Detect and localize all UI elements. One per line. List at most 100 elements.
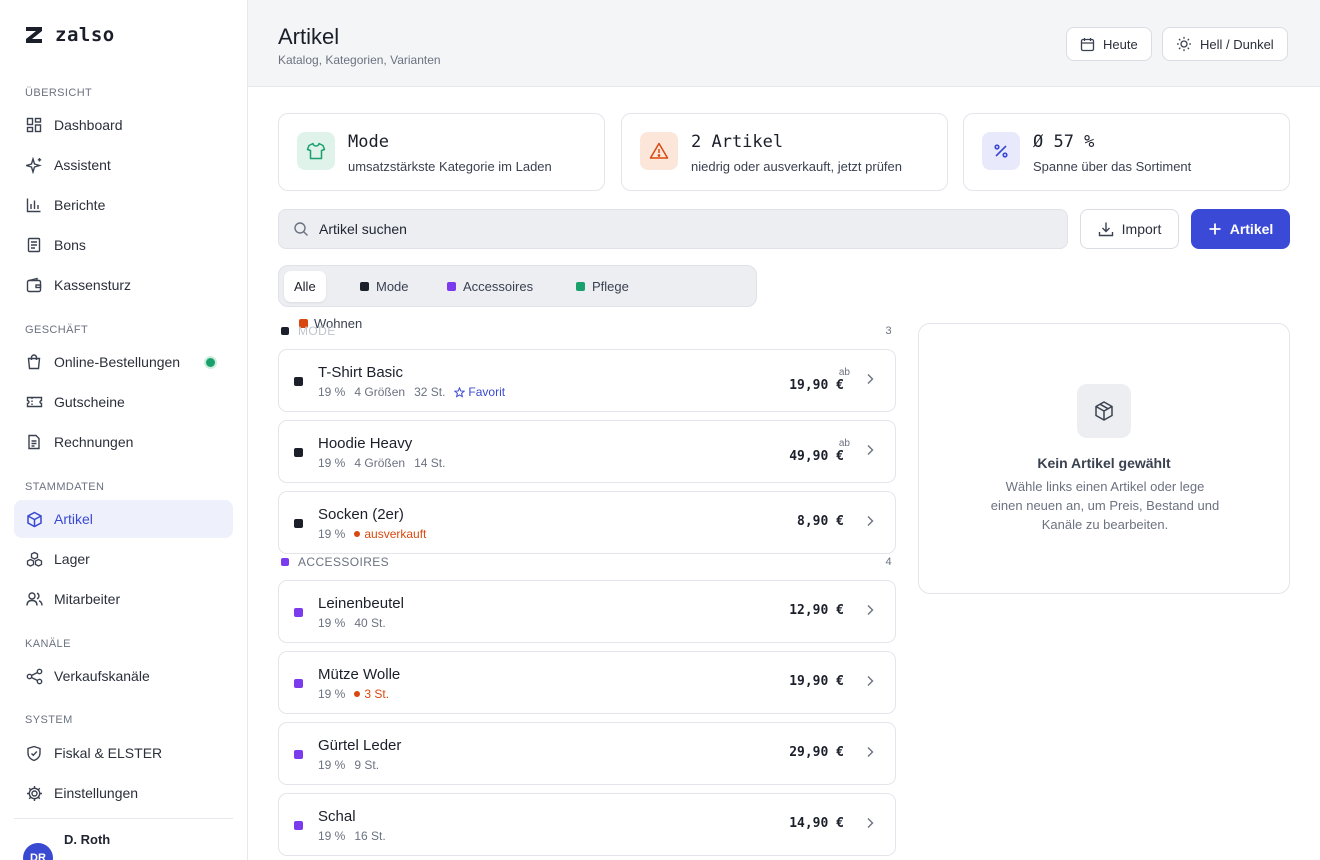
empty-icon-box — [1077, 384, 1131, 438]
article-tax: 19 % — [318, 385, 346, 399]
import-label: Import — [1121, 221, 1162, 237]
sidebar-item-gutscheine[interactable]: Gutscheine — [14, 383, 233, 421]
group-count: 4 — [885, 556, 892, 568]
group-header-mode: MODE 3 — [281, 324, 892, 338]
tab-label: Accessoires — [463, 279, 534, 294]
theme-label: Hell / Dunkel — [1200, 36, 1274, 52]
article-name: Hoodie Heavy — [318, 435, 413, 452]
article-stock: 32 St. — [414, 385, 446, 399]
avatar[interactable]: DR — [23, 843, 53, 860]
sidebar-item-verkaufskanaele[interactable]: Verkaufskanäle — [14, 657, 233, 695]
box-icon — [1095, 401, 1113, 421]
sidebar-item-artikel[interactable]: Artikel — [14, 500, 233, 538]
warning-triangle-icon — [649, 142, 669, 159]
chevron-right-icon — [867, 676, 874, 686]
article-row[interactable]: Schal 19 % 16 St. 14,90 € — [278, 793, 896, 856]
article-price: 29,90 € — [789, 745, 844, 760]
empty-title: Kein Artikel gewählt — [1037, 455, 1171, 471]
sidebar-item-mitarbeiter[interactable]: Mitarbeiter — [14, 580, 233, 618]
group-title: MODE — [298, 324, 336, 338]
article-price: 19,90 € — [789, 378, 844, 393]
receipt-icon — [25, 236, 43, 254]
article-meta: 19 % 40 St. — [318, 616, 386, 630]
empty-description: Wähle links einen Artikel oder lege eine… — [990, 479, 1220, 532]
article-name: Leinenbeutel — [318, 595, 404, 612]
article-meta: 19 % 3 St. — [318, 687, 389, 701]
category-color-swatch — [360, 282, 369, 291]
sidebar-item-label: Assistent — [54, 157, 111, 173]
page-subtitle: Katalog, Kategorien, Varianten — [278, 53, 441, 67]
category-color-swatch — [294, 608, 303, 617]
sidebar-item-label: Bons — [54, 237, 86, 253]
z-logo-icon — [26, 27, 42, 43]
article-name: Mütze Wolle — [318, 666, 401, 683]
article-meta: 19 % 16 St. — [318, 829, 386, 843]
category-color-swatch — [281, 558, 289, 566]
tab-alle[interactable]: Alle — [284, 271, 326, 302]
sidebar-item-fiskal-elster[interactable]: Fiskal & ELSTER — [14, 734, 233, 772]
search-icon — [294, 222, 308, 236]
sidebar-item-rechnungen[interactable]: Rechnungen — [14, 423, 233, 461]
category-color-swatch — [576, 282, 585, 291]
article-name: Gürtel Leder — [318, 737, 402, 754]
stat-icon-box — [982, 132, 1020, 170]
favorite-badge: Favorit — [454, 385, 505, 399]
stat-card-low-stock[interactable]: 2 Artikel niedrig oder ausverkauft, jetz… — [621, 113, 948, 191]
chevron-right-icon — [867, 445, 874, 455]
document-icon — [25, 433, 43, 451]
stat-card-margin: Ø 57 % Spanne über das Sortiment — [963, 113, 1290, 191]
chevron-right-icon — [867, 374, 874, 384]
article-variants: 4 Größen — [354, 456, 406, 470]
import-button[interactable]: Import — [1080, 209, 1179, 249]
add-article-label: Artikel — [1229, 221, 1274, 237]
sidebar-divider — [14, 818, 233, 819]
tab-pflege[interactable]: Pflege — [566, 271, 639, 302]
category-color-swatch — [447, 282, 456, 291]
article-row[interactable]: Mütze Wolle 19 % 3 St. 19,90 € — [278, 651, 896, 714]
section-overview: ÜBERSICHT — [25, 87, 93, 99]
category-tabs: Alle Mode Accessoires Pflege — [278, 265, 757, 307]
sidebar-item-bons[interactable]: Bons — [14, 226, 233, 264]
today-label: Heute — [1103, 36, 1138, 52]
sidebar-item-dashboard[interactable]: Dashboard — [14, 106, 233, 144]
favorite-label: Favorit — [468, 385, 506, 399]
sun-icon — [1177, 37, 1191, 51]
logo[interactable]: zalso — [23, 24, 115, 46]
article-tax: 19 % — [318, 687, 346, 701]
sidebar-item-label: Artikel — [54, 511, 93, 527]
article-price: 8,90 € — [797, 514, 844, 529]
article-row[interactable]: Socken (2er) 19 % ausverkauft 8,90 € — [278, 491, 896, 554]
theme-toggle-button[interactable]: Hell / Dunkel — [1162, 27, 1288, 61]
tab-label: Alle — [294, 279, 316, 294]
add-article-button[interactable]: Artikel — [1191, 209, 1290, 249]
search-input[interactable] — [319, 221, 1019, 237]
sidebar-item-lager[interactable]: Lager — [14, 540, 233, 578]
sidebar-item-berichte[interactable]: Berichte — [14, 186, 233, 224]
section-master-data: STAMMDATEN — [25, 481, 105, 493]
today-button[interactable]: Heute — [1066, 27, 1152, 61]
sidebar-item-einstellungen[interactable]: Einstellungen — [14, 774, 233, 812]
sidebar-item-label: Mitarbeiter — [54, 591, 121, 607]
sidebar-item-assistent[interactable]: Assistent — [14, 146, 233, 184]
tab-mode[interactable]: Mode — [350, 271, 419, 302]
user-name[interactable]: D. Roth — [64, 832, 110, 847]
article-row[interactable]: Gürtel Leder 19 % 9 St. 29,90 € — [278, 722, 896, 785]
article-row[interactable]: Hoodie Heavy 19 % 4 Größen 14 St. ab 49,… — [278, 420, 896, 483]
stat-value: 2 Artikel — [691, 132, 784, 152]
sidebar-item-online-bestellungen[interactable]: Online-Bestellungen — [14, 343, 233, 381]
sidebar-item-label: Rechnungen — [54, 434, 134, 450]
sparkle-icon — [25, 156, 43, 174]
price-from-label: ab — [838, 438, 850, 449]
sidebar-item-kassensturz[interactable]: Kassensturz — [14, 266, 233, 304]
article-price: 12,90 € — [789, 603, 844, 618]
search-box[interactable] — [278, 209, 1068, 249]
tab-accessoires[interactable]: Accessoires — [437, 271, 543, 302]
stat-value: Mode — [348, 132, 389, 152]
share-icon — [25, 667, 43, 685]
article-row[interactable]: Leinenbeutel 19 % 40 St. 12,90 € — [278, 580, 896, 643]
sidebar-item-label: Dashboard — [54, 117, 123, 133]
article-row[interactable]: T-Shirt Basic 19 % 4 Größen 32 St. Favor… — [278, 349, 896, 412]
page-title: Artikel — [278, 24, 340, 49]
tab-label: Mode — [376, 279, 409, 294]
tshirt-icon — [306, 142, 326, 160]
